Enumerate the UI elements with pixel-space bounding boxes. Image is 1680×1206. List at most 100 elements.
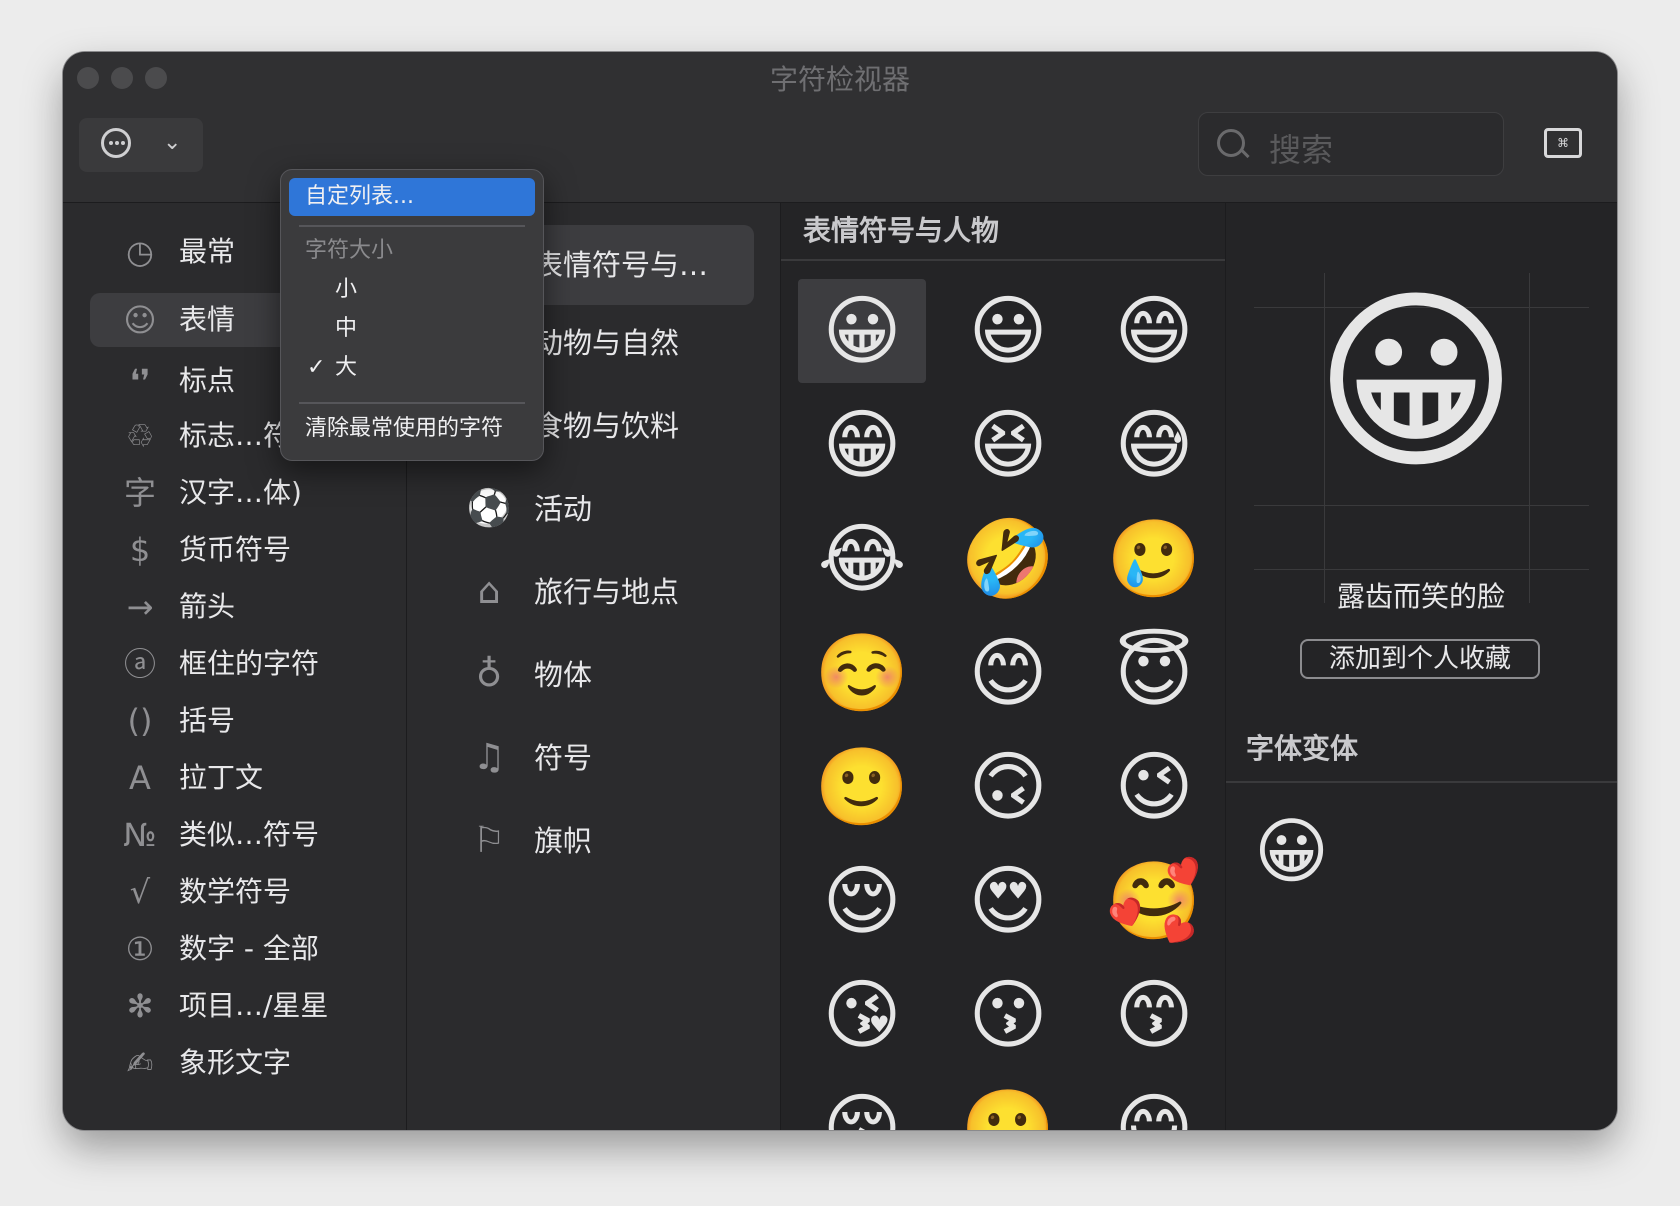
clock-icon: ◷: [126, 233, 154, 271]
sidebar-item-math[interactable]: √ 数学符号: [63, 865, 406, 919]
arrow-icon: →: [126, 588, 154, 626]
emoji-cell[interactable]: 😘: [798, 963, 926, 1067]
sidebar-item-latin[interactable]: A 拉丁文: [63, 751, 406, 805]
window-title: 字符检视器: [769, 63, 910, 96]
dollar-icon: $: [129, 531, 151, 569]
sidebar-item-label: 最常: [179, 235, 236, 268]
category-label: 动物与自然: [534, 326, 680, 360]
square-root-icon: √: [129, 873, 151, 911]
emoji-cell[interactable]: 🙂: [798, 735, 926, 839]
checkmark-icon: ✓: [307, 355, 326, 380]
emoji-cell[interactable]: 🥲: [1090, 507, 1218, 611]
search-field[interactable]: 搜索: [1198, 112, 1504, 176]
emoji-cell[interactable]: 🙂: [944, 1077, 1072, 1130]
emoji-cell[interactable]: 😌: [798, 849, 926, 953]
emoji-cell[interactable]: 😊: [944, 621, 1072, 725]
circled-one-icon: ①: [125, 930, 155, 968]
sidebar-item-label: 数字 - 全部: [179, 932, 319, 965]
emoji-cell[interactable]: 😀: [798, 279, 926, 383]
category-label: 食物与饮料: [534, 409, 680, 443]
add-to-favorites-button[interactable]: 添加到个人收藏: [1300, 639, 1540, 679]
keyboard-icon[interactable]: ⌘: [1544, 128, 1582, 158]
search-placeholder: 搜索: [1269, 131, 1334, 169]
divider: [1226, 781, 1617, 783]
divider: [781, 259, 1225, 261]
emoji-cell[interactable]: ☺️: [798, 621, 926, 725]
action-dropdown-menu: 自定列表... 字符大小 小 中 ✓ 大 清除最常使用的字符: [280, 169, 544, 461]
chevron-down-icon: ⌄: [163, 130, 182, 155]
recycle-icon: ♲: [125, 417, 155, 455]
sidebar-item-label: 货币符号: [179, 533, 292, 566]
category-objects[interactable]: ♁ 物体: [407, 635, 780, 715]
menu-section-header: 字符大小: [305, 238, 394, 263]
character-detail-pane: 😀 露齿而笑的脸 添加到个人收藏 字体变体 😀: [1226, 203, 1617, 1130]
emoji-cell[interactable]: 😇: [1090, 621, 1218, 725]
sidebar-item-label: 类似…符号: [179, 818, 320, 851]
sidebar-item-han[interactable]: 字 汉字…体): [63, 466, 406, 520]
menu-item-customize-list[interactable]: 自定列表...: [289, 178, 535, 216]
soccer-ball-icon: ⚽: [466, 488, 512, 529]
numero-icon: №: [123, 816, 157, 854]
latin-a-icon: A: [129, 759, 151, 797]
category-travel-places[interactable]: ⌂ 旅行与地点: [407, 552, 780, 632]
emoji-cell[interactable]: 😙: [1090, 963, 1218, 1067]
category-label: 符号: [534, 741, 593, 775]
emoji-cell[interactable]: 😗: [944, 963, 1072, 1067]
emoji-cell[interactable]: 🥰: [1090, 849, 1218, 953]
emoji-grid: 表情符号与人物 😀 😃 😄 😁 😆 😅 😂 🤣 🥲 ☺️ 😊 😇 🙂 🙃 😉 😌…: [781, 203, 1226, 1130]
emoji-cell[interactable]: 😋: [1090, 1077, 1218, 1130]
glyph-guide-line: [1254, 505, 1589, 506]
menu-item-clear-recent[interactable]: 清除最常使用的字符: [289, 410, 535, 448]
emoji-cell[interactable]: 😉: [1090, 735, 1218, 839]
sidebar-item-label: 框住的字符: [179, 647, 320, 680]
menu-item-size-large[interactable]: 大: [335, 349, 357, 387]
font-variants-header: 字体变体: [1246, 732, 1359, 765]
flag-icon: ⚐: [472, 820, 506, 861]
sidebar-item-digits[interactable]: ① 数字 - 全部: [63, 922, 406, 976]
emoji-cell[interactable]: 🙃: [944, 735, 1072, 839]
sidebar-item-pictographs[interactable]: ✍ 象形文字: [63, 1036, 406, 1090]
sidebar-item-currency[interactable]: $ 货币符号: [63, 523, 406, 577]
sidebar-item-bullets-stars[interactable]: ✻ 项目…/星星: [63, 979, 406, 1033]
sidebar-item-letterlike[interactable]: № 类似…符号: [63, 808, 406, 862]
circled-a-icon: ⓐ: [123, 645, 156, 683]
emoji-cell[interactable]: 😚: [798, 1077, 926, 1130]
selected-character-preview: 😀: [1313, 269, 1519, 497]
building-icon: ⌂: [477, 571, 501, 612]
search-icon: [1217, 129, 1245, 157]
emoji-cell[interactable]: 😆: [944, 393, 1072, 497]
sidebar-item-arrows[interactable]: → 箭头: [63, 580, 406, 634]
emoji-cell[interactable]: 😂: [798, 507, 926, 611]
action-menu-button[interactable]: ⌄: [79, 118, 203, 172]
category-label: 旗帜: [534, 824, 593, 858]
sidebar-item-enclosed[interactable]: ⓐ 框住的字符: [63, 637, 406, 691]
emoji-cell[interactable]: 😍: [944, 849, 1072, 953]
pictograph-icon: ✍: [126, 1044, 154, 1082]
category-flags[interactable]: ⚐ 旗帜: [407, 801, 780, 881]
character-name: 露齿而笑的脸: [1336, 580, 1505, 613]
symbols-icon: ♫: [472, 737, 506, 778]
emoji-cell[interactable]: 😃: [944, 279, 1072, 383]
sidebar-item-label: 数学符号: [179, 875, 292, 908]
parentheses-icon: (): [127, 702, 153, 740]
grid-section-header: 表情符号与人物: [803, 214, 1000, 247]
menu-separator: [299, 402, 525, 404]
sidebar-item-brackets[interactable]: () 括号: [63, 694, 406, 748]
character-viewer-window: 字符检视器 ⌄ 搜索 ⌘ ◷ 最常 ☺ 表情 ❛❜ 标点 ♲ 标志…符号 字 汉…: [63, 52, 1617, 1130]
emoji-cell[interactable]: 😅: [1090, 393, 1218, 497]
category-activity[interactable]: ⚽ 活动: [407, 469, 780, 549]
menu-item-size-small[interactable]: 小: [335, 271, 357, 309]
sidebar-item-label: 箭头: [179, 590, 236, 623]
lightbulb-icon: ♁: [475, 654, 503, 695]
category-label: 表情符号与…: [534, 248, 709, 282]
category-symbols[interactable]: ♫ 符号: [407, 718, 780, 798]
emoji-cell[interactable]: 🤣: [944, 507, 1072, 611]
menu-item-size-medium[interactable]: 中: [335, 310, 357, 348]
category-label: 旅行与地点: [534, 575, 680, 609]
punctuation-icon: ❛❜: [129, 362, 151, 400]
font-variant-item[interactable]: 😀: [1254, 803, 1329, 899]
emoji-cell[interactable]: 😄: [1090, 279, 1218, 383]
menu-separator: [299, 225, 525, 227]
sidebar-item-label: 汉字…体): [179, 476, 302, 509]
emoji-cell[interactable]: 😁: [798, 393, 926, 497]
